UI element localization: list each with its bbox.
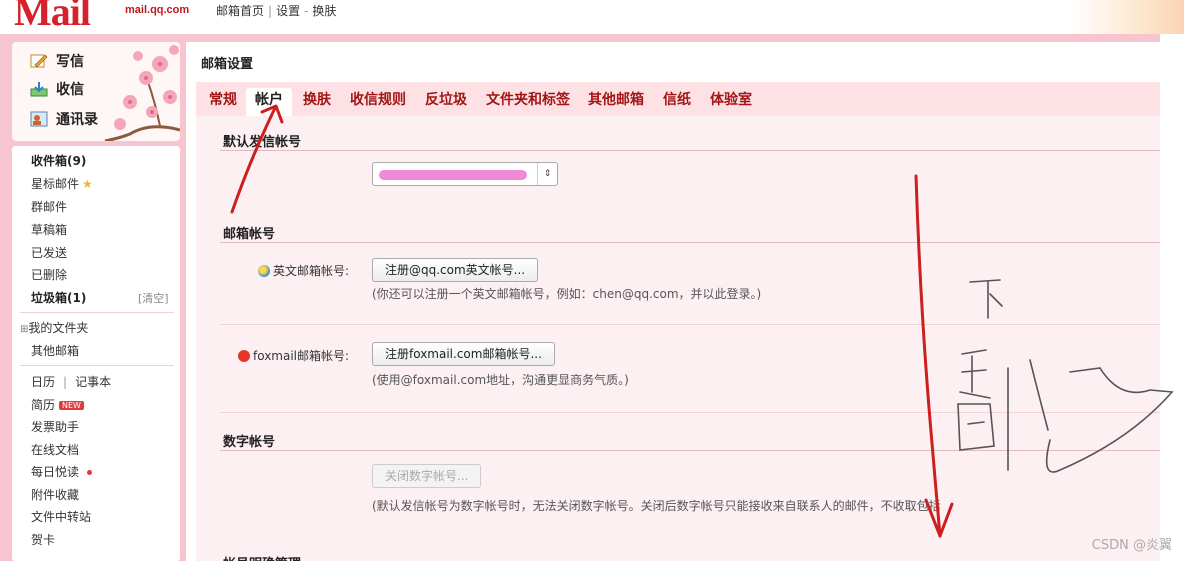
select-arrows-icon: ⇕: [537, 163, 557, 185]
section-divider: [220, 412, 1160, 413]
close-numeric-account-button[interactable]: 关闭数字帐号...: [372, 464, 482, 488]
tab-account[interactable]: 帐户: [246, 88, 292, 116]
tab-folders-labels[interactable]: 文件夹和标签: [485, 88, 571, 116]
calendar-link[interactable]: 日历: [31, 375, 55, 389]
section-divider: [220, 150, 1160, 151]
top-bar: Mail mail.qq.com 邮箱首页 | 设置 - 换肤: [0, 0, 1184, 36]
clear-spam-link[interactable]: [清空]: [138, 290, 169, 306]
sidebar-item-drafts[interactable]: 草稿箱: [31, 221, 67, 238]
tab-receive-rules[interactable]: 收信规则: [349, 88, 407, 116]
sidebar-divider: [20, 365, 174, 366]
receive-button[interactable]: 收信: [30, 78, 84, 100]
watermark: CSDN @炎翼: [1091, 538, 1172, 553]
mail-logo[interactable]: Mail: [14, 0, 91, 35]
foxmail-account-label: foxmail邮箱帐号:: [238, 347, 349, 364]
sidebar-item-other-mailbox[interactable]: 其他邮箱: [31, 342, 79, 359]
section-divider: [220, 242, 1160, 243]
right-strip: [1160, 34, 1184, 561]
sidebar-item-deleted[interactable]: 已删除: [31, 266, 67, 283]
sidebar-item-label: 每日悦读: [31, 465, 80, 479]
cherry-blossom-decoration: [104, 45, 180, 141]
register-foxmail-account-button[interactable]: 注册foxmail.com邮箱帐号...: [372, 342, 555, 366]
sidebar-item-group-mail[interactable]: 群邮件: [31, 198, 67, 215]
header-decoration: [1070, 0, 1184, 34]
top-links: 邮箱首页 | 设置 - 换肤: [216, 2, 336, 19]
register-english-account-button[interactable]: 注册@qq.com英文帐号...: [372, 258, 539, 282]
top-link-separator: -: [304, 4, 309, 18]
sidebar-item-my-folders[interactable]: ⊞我的文件夹: [20, 319, 88, 336]
receive-label: 收信: [56, 82, 84, 98]
sidebar-item-sent[interactable]: 已发送: [31, 244, 67, 261]
contacts-icon: [30, 111, 48, 127]
tab-other-mailbox[interactable]: 其他邮箱: [587, 88, 645, 116]
section-title-mailbox-account: 邮箱帐号: [223, 227, 276, 242]
sidebar-item-label: 简历: [31, 398, 56, 412]
sidebar-item-daily-read[interactable]: 每日悦读: [31, 463, 93, 480]
new-badge: NEW: [59, 401, 84, 410]
compose-button[interactable]: 写信: [30, 50, 84, 72]
settings-link[interactable]: 设置: [276, 4, 300, 18]
sidebar-item-label: 星标邮件: [31, 177, 80, 191]
sidebar-item-docs[interactable]: 在线文档: [31, 441, 79, 458]
section-divider: [220, 450, 1160, 451]
foxmail-icon: [238, 350, 250, 362]
foxmail-account-hint: (使用@foxmail.com地址，沟通更显商务气质。): [372, 373, 629, 387]
section-title-numeric-account: 数字帐号: [223, 435, 276, 450]
tab-skin[interactable]: 换肤: [302, 88, 332, 116]
sidebar-item-inbox[interactable]: 收件箱(9): [31, 152, 86, 169]
sidebar-item-starred[interactable]: 星标邮件 ★: [31, 175, 93, 192]
contacts-button[interactable]: 通讯录: [30, 108, 98, 130]
top-link-separator: |: [268, 4, 273, 18]
sidebar-item-invoice[interactable]: 发票助手: [31, 418, 79, 435]
settings-panel: 邮箱设置 常规 帐户 换肤 收信规则 反垃圾 文件夹和标签 其他邮箱 信纸 体验…: [186, 42, 1160, 561]
compose-label: 写信: [56, 54, 84, 70]
tab-anti-spam[interactable]: 反垃圾: [424, 88, 468, 116]
quick-actions-panel: 写信 收信 通讯录: [12, 42, 180, 141]
tab-general[interactable]: 常规: [208, 88, 238, 116]
star-icon: ★: [82, 177, 93, 191]
sidebar-item-attachments[interactable]: 附件收藏: [31, 486, 79, 503]
pencil-icon: [30, 54, 48, 68]
section-divider: [220, 324, 1160, 325]
sidebar-item-resume[interactable]: 简历 NEW: [31, 396, 84, 413]
mail-logo-subtitle: mail.qq.com: [125, 4, 190, 16]
sidebar: 收件箱(9) 星标邮件 ★ 群邮件 草稿箱 已发送 已删除 垃圾箱(1) [清空]…: [12, 146, 180, 561]
default-sender-select[interactable]: ⇕: [372, 162, 558, 186]
contacts-label: 通讯录: [56, 112, 98, 128]
sidebar-item-file-transfer[interactable]: 文件中转站: [31, 508, 91, 525]
redacted-address-scribble: [379, 170, 527, 180]
change-skin-link[interactable]: 换肤: [312, 4, 336, 18]
sidebar-item-label: 我的文件夹: [28, 321, 89, 335]
mailbox-home-link[interactable]: 邮箱首页: [216, 4, 264, 18]
english-account-hint: (你还可以注册一个英文邮箱帐号，例如：chen@qq.com，并以此登录。): [372, 287, 762, 301]
english-account-label: 英文邮箱帐号:: [258, 262, 349, 279]
section-title-default-sender: 默认发信帐号: [223, 135, 302, 150]
sidebar-item-calendar-notes: 日历 | 记事本: [31, 373, 111, 390]
tab-lab[interactable]: 体验室: [709, 88, 753, 116]
sidebar-item-spam[interactable]: 垃圾箱(1): [31, 289, 86, 306]
inbox-download-icon: [30, 82, 48, 97]
unread-dot-icon: [87, 470, 93, 475]
settings-tabs: 常规 帐户 换肤 收信规则 反垃圾 文件夹和标签 其他邮箱 信纸 体验室: [196, 82, 1160, 116]
tab-stationery[interactable]: 信纸: [662, 88, 692, 116]
sidebar-item-cards[interactable]: 贺卡: [31, 531, 55, 548]
sidebar-divider: [20, 312, 174, 313]
calendar-notes-separator: |: [63, 375, 68, 389]
qq-icon: [258, 265, 270, 277]
section-title-account-management: 帐号明确管理: [223, 553, 301, 561]
account-settings-content: 默认发信帐号 ⇕ 邮箱帐号 英文邮箱帐号: 注册@qq.com英文帐号... (…: [196, 116, 1160, 561]
numeric-account-hint: (默认发信帐号为数字帐号时，无法关闭数字帐号。关闭后数字帐号只能接收来自联系人的…: [372, 499, 941, 513]
notes-link[interactable]: 记事本: [75, 375, 111, 389]
page-title: 邮箱设置: [201, 57, 254, 72]
